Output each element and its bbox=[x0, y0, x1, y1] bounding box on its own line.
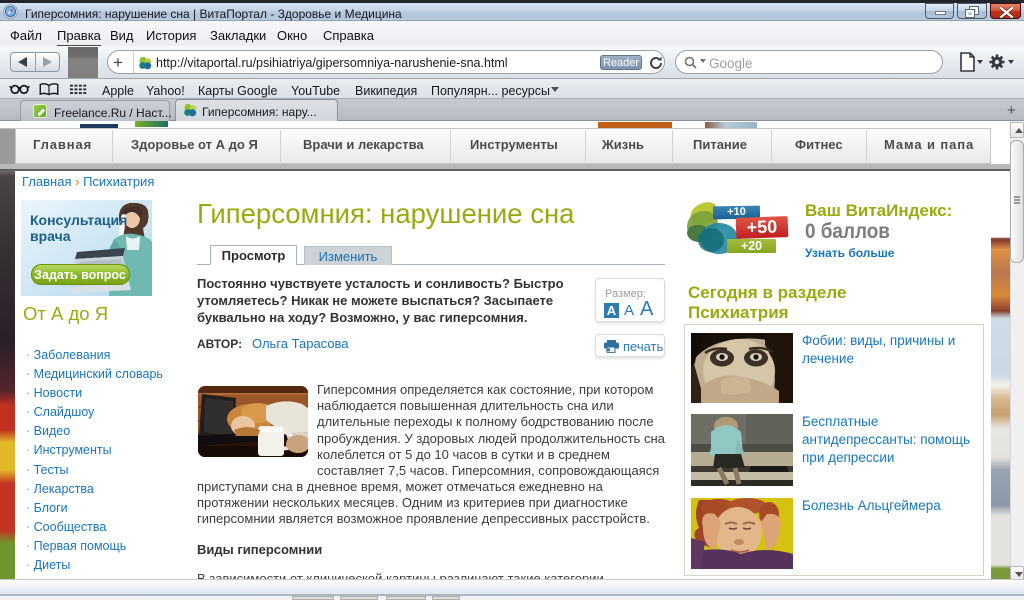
svg-text:врача: врача bbox=[30, 228, 71, 244]
svg-text:Консультация: Консультация bbox=[30, 212, 127, 228]
svg-text:Задать вопрос: Задать вопрос bbox=[34, 268, 126, 282]
